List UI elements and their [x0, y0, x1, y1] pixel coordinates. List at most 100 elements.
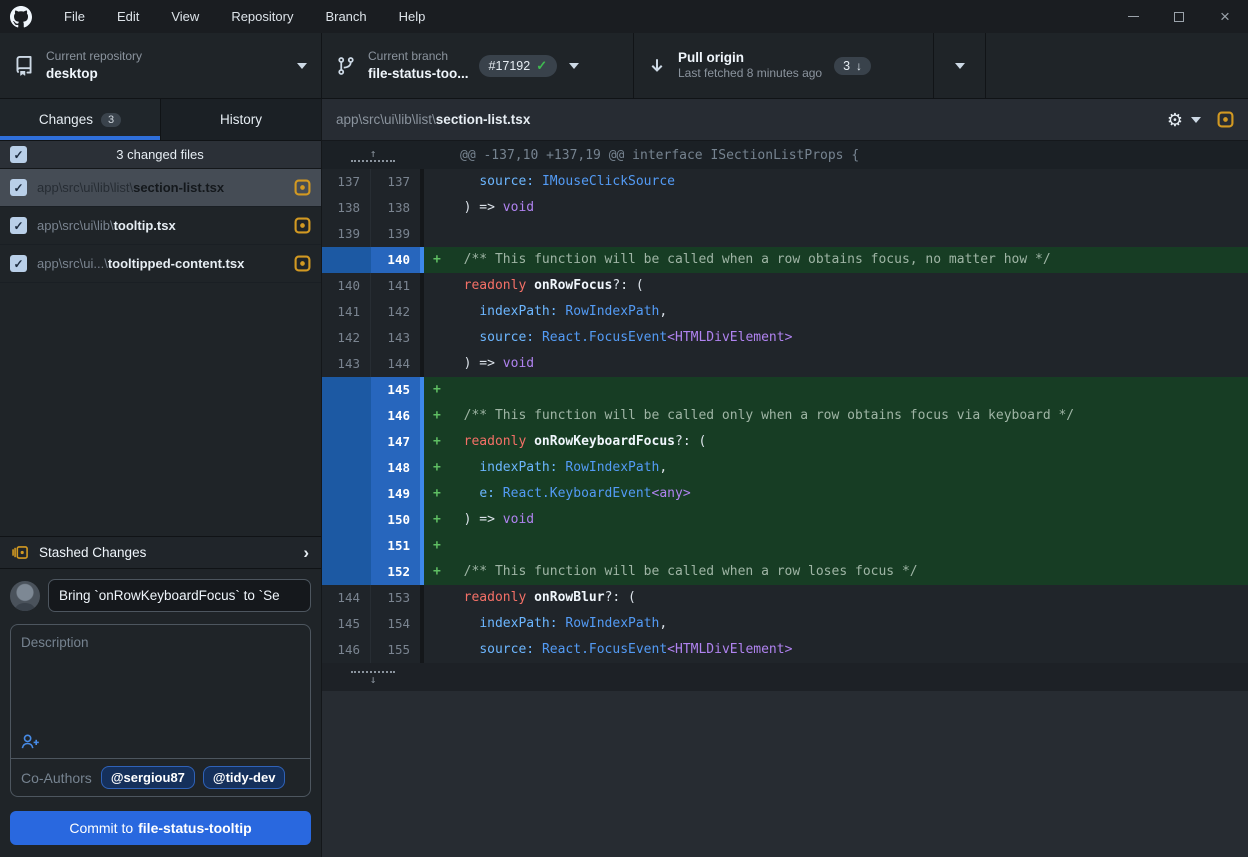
- tab-history[interactable]: History: [161, 99, 321, 140]
- added-line-marker: +: [424, 377, 448, 403]
- minimize-icon: [1128, 16, 1139, 17]
- menu-branch[interactable]: Branch: [309, 0, 382, 33]
- tab-changes[interactable]: Changes 3: [0, 99, 161, 140]
- expand-up-button[interactable]: ↑: [351, 149, 395, 162]
- code-line: + readonly onRowKeyboardFocus?: (: [424, 429, 1248, 455]
- modified-icon: [294, 255, 311, 272]
- coauthor-pill[interactable]: @sergiou87: [101, 766, 195, 789]
- chevron-down-icon[interactable]: [1191, 117, 1201, 123]
- diff-row[interactable]: 139139: [322, 221, 1248, 247]
- code-line: source: IMouseClickSource: [424, 169, 1248, 195]
- changed-files-header: ✓ 3 changed files: [0, 141, 321, 169]
- code-line: + ) => void: [424, 507, 1248, 533]
- file-path: app\src\ui\lib\tooltip.tsx: [37, 218, 284, 233]
- diff-row[interactable]: 144153 readonly onRowBlur?: (: [322, 585, 1248, 611]
- old-line-number: 139: [322, 221, 371, 247]
- file-checkbox[interactable]: ✓: [10, 255, 27, 272]
- minimize-button[interactable]: [1110, 0, 1156, 33]
- diff-row[interactable]: 138138 ) => void: [322, 195, 1248, 221]
- commit-summary-input[interactable]: [48, 579, 311, 612]
- stashed-changes-label: Stashed Changes: [39, 545, 146, 560]
- diff-row[interactable]: 143144 ) => void: [322, 351, 1248, 377]
- diff-row[interactable]: 142143 source: React.FocusEvent<HTMLDivE…: [322, 325, 1248, 351]
- diff-row[interactable]: 150+ ) => void: [322, 507, 1248, 533]
- diff-row[interactable]: 152+ /** This function will be called wh…: [322, 559, 1248, 585]
- added-line-marker: +: [424, 507, 448, 533]
- coauthors-label: Co-Authors: [21, 770, 92, 786]
- old-line-number: 144: [322, 585, 371, 611]
- old-line-number: [322, 247, 371, 273]
- select-all-checkbox[interactable]: ✓: [10, 146, 27, 163]
- coauthor-pill[interactable]: @tidy-dev: [203, 766, 286, 789]
- add-coauthor-icon[interactable]: [21, 733, 40, 750]
- pull-origin-button[interactable]: Pull origin Last fetched 8 minutes ago 3…: [634, 33, 934, 98]
- diff-row[interactable]: 140141 readonly onRowFocus?: (: [322, 273, 1248, 299]
- modified-icon: [294, 217, 311, 234]
- menu-view[interactable]: View: [155, 0, 215, 33]
- chevron-down-icon: [955, 63, 965, 69]
- menu-help[interactable]: Help: [383, 0, 442, 33]
- expand-down-icon: ↓: [351, 675, 395, 684]
- file-row[interactable]: ✓app\src\ui...\tooltipped-content.tsx: [0, 245, 321, 283]
- menu-repository[interactable]: Repository: [215, 0, 309, 33]
- maximize-button[interactable]: [1156, 0, 1202, 33]
- new-line-number: 153: [371, 585, 420, 611]
- new-line-number: 137: [371, 169, 420, 195]
- diff-row[interactable]: 147+ readonly onRowKeyboardFocus?: (: [322, 429, 1248, 455]
- arrow-down-icon: ↓: [856, 59, 862, 73]
- diff-row[interactable]: 145154 indexPath: RowIndexPath,: [322, 611, 1248, 637]
- diff-row[interactable]: 140+ /** This function will be called wh…: [322, 247, 1248, 273]
- diff-row[interactable]: 145+: [322, 377, 1248, 403]
- code-line: readonly onRowFocus?: (: [424, 273, 1248, 299]
- code-line: + /** This function will be called when …: [424, 247, 1248, 273]
- menu-file[interactable]: File: [48, 0, 101, 33]
- file-list-empty-space: [0, 283, 321, 536]
- old-line-number: 141: [322, 299, 371, 325]
- new-line-number: 146: [371, 403, 420, 429]
- diff-row[interactable]: 137137 source: IMouseClickSource: [322, 169, 1248, 195]
- code-line: +: [424, 377, 1248, 403]
- current-branch-label: Current branch: [368, 49, 469, 65]
- diff-row[interactable]: 146155 source: React.FocusEvent<HTMLDivE…: [322, 637, 1248, 663]
- new-line-number: 143: [371, 325, 420, 351]
- diff-row[interactable]: 151+: [322, 533, 1248, 559]
- menubar: FileEditViewRepositoryBranchHelp ×: [0, 0, 1248, 33]
- pull-dropdown-button[interactable]: [934, 33, 986, 98]
- code-line: ) => void: [424, 195, 1248, 221]
- diff-row[interactable]: 149+ e: React.KeyboardEvent<any>: [322, 481, 1248, 507]
- github-desktop-window: FileEditViewRepositoryBranchHelp × Curre…: [0, 0, 1248, 857]
- current-branch-button[interactable]: Current branch file-status-too... #17192…: [322, 33, 634, 98]
- coauthors-row: Co-Authors @sergiou87 @tidy-dev: [11, 758, 310, 796]
- commit-description-input[interactable]: Description: [11, 625, 310, 758]
- stashed-changes-bar[interactable]: Stashed Changes ›: [0, 536, 321, 569]
- close-button[interactable]: ×: [1202, 0, 1248, 33]
- toolbar: Current repository desktop Current branc…: [0, 33, 1248, 99]
- file-row[interactable]: ✓app\src\ui\lib\list\section-list.tsx: [0, 169, 321, 207]
- new-line-number: 151: [371, 533, 420, 559]
- coauthor-pills: @sergiou87 @tidy-dev: [101, 766, 286, 789]
- added-line-marker: +: [424, 247, 448, 273]
- file-checkbox[interactable]: ✓: [10, 217, 27, 234]
- pull-request-badge[interactable]: #17192 ✓: [479, 55, 558, 77]
- diff-row[interactable]: 148+ indexPath: RowIndexPath,: [322, 455, 1248, 481]
- expand-down-button[interactable]: ↓: [351, 671, 395, 684]
- diff-row[interactable]: 141142 indexPath: RowIndexPath,: [322, 299, 1248, 325]
- file-checkbox[interactable]: ✓: [10, 179, 27, 196]
- diff-row[interactable]: 146+ /** This function will be called on…: [322, 403, 1248, 429]
- gear-icon[interactable]: ⚙: [1167, 111, 1183, 129]
- current-repository-button[interactable]: Current repository desktop: [0, 33, 322, 98]
- old-line-number: 145: [322, 611, 371, 637]
- commit-button-branch: file-status-tooltip: [138, 820, 252, 836]
- added-line-marker: +: [424, 403, 448, 429]
- commit-button[interactable]: Commit to file-status-tooltip: [10, 811, 311, 845]
- code-line: ) => void: [424, 351, 1248, 377]
- tab-changes-label: Changes: [39, 112, 93, 127]
- expand-up-icon: ↑: [351, 149, 395, 158]
- old-line-number: [322, 377, 371, 403]
- file-row[interactable]: ✓ app\src\ui\lib\tooltip.tsx: [0, 207, 321, 245]
- modified-icon: [294, 179, 311, 196]
- window-controls: ×: [1110, 0, 1248, 33]
- diff-file-name: section-list.tsx: [436, 112, 531, 127]
- pull-request-number: #17192: [489, 59, 531, 73]
- menu-edit[interactable]: Edit: [101, 0, 155, 33]
